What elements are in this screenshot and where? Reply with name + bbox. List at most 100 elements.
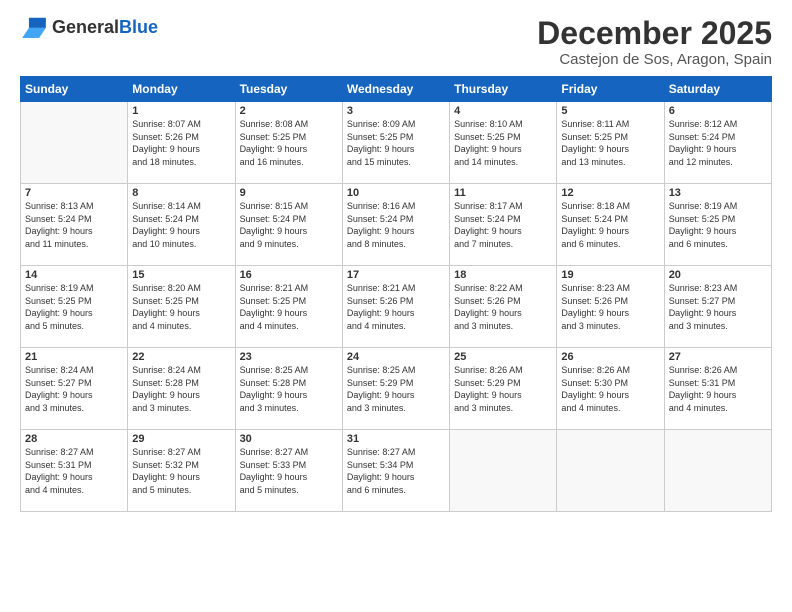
- week-row-0: 1Sunrise: 8:07 AMSunset: 5:26 PMDaylight…: [21, 102, 772, 184]
- header-day-thursday: Thursday: [450, 77, 557, 102]
- calendar-cell: 8Sunrise: 8:14 AMSunset: 5:24 PMDaylight…: [128, 184, 235, 266]
- calendar-body: 1Sunrise: 8:07 AMSunset: 5:26 PMDaylight…: [21, 102, 772, 512]
- day-number: 25: [454, 351, 552, 363]
- day-info: Sunrise: 8:14 AMSunset: 5:24 PMDaylight:…: [132, 200, 230, 250]
- day-number: 15: [132, 269, 230, 281]
- logo-icon: [20, 16, 48, 38]
- day-info: Sunrise: 8:20 AMSunset: 5:25 PMDaylight:…: [132, 282, 230, 332]
- header-day-tuesday: Tuesday: [235, 77, 342, 102]
- day-number: 30: [240, 433, 338, 445]
- calendar-cell: 29Sunrise: 8:27 AMSunset: 5:32 PMDayligh…: [128, 430, 235, 512]
- calendar-cell: 13Sunrise: 8:19 AMSunset: 5:25 PMDayligh…: [664, 184, 771, 266]
- calendar-cell: 6Sunrise: 8:12 AMSunset: 5:24 PMDaylight…: [664, 102, 771, 184]
- day-number: 6: [669, 105, 767, 117]
- day-info: Sunrise: 8:19 AMSunset: 5:25 PMDaylight:…: [25, 282, 123, 332]
- calendar-cell: [557, 430, 664, 512]
- calendar-cell: 20Sunrise: 8:23 AMSunset: 5:27 PMDayligh…: [664, 266, 771, 348]
- week-row-3: 21Sunrise: 8:24 AMSunset: 5:27 PMDayligh…: [21, 348, 772, 430]
- week-row-4: 28Sunrise: 8:27 AMSunset: 5:31 PMDayligh…: [21, 430, 772, 512]
- calendar-cell: 11Sunrise: 8:17 AMSunset: 5:24 PMDayligh…: [450, 184, 557, 266]
- header: GeneralBlue December 2025 Castejon de So…: [20, 16, 772, 68]
- day-number: 8: [132, 187, 230, 199]
- day-number: 3: [347, 105, 445, 117]
- day-info: Sunrise: 8:27 AMSunset: 5:34 PMDaylight:…: [347, 446, 445, 496]
- day-info: Sunrise: 8:07 AMSunset: 5:26 PMDaylight:…: [132, 118, 230, 168]
- logo-general: General: [52, 17, 119, 37]
- day-number: 9: [240, 187, 338, 199]
- day-info: Sunrise: 8:24 AMSunset: 5:27 PMDaylight:…: [25, 364, 123, 414]
- header-day-saturday: Saturday: [664, 77, 771, 102]
- header-day-friday: Friday: [557, 77, 664, 102]
- day-number: 19: [561, 269, 659, 281]
- day-info: Sunrise: 8:11 AMSunset: 5:25 PMDaylight:…: [561, 118, 659, 168]
- calendar-cell: 4Sunrise: 8:10 AMSunset: 5:25 PMDaylight…: [450, 102, 557, 184]
- day-number: 5: [561, 105, 659, 117]
- day-number: 4: [454, 105, 552, 117]
- day-info: Sunrise: 8:17 AMSunset: 5:24 PMDaylight:…: [454, 200, 552, 250]
- day-number: 28: [25, 433, 123, 445]
- header-day-monday: Monday: [128, 77, 235, 102]
- week-row-2: 14Sunrise: 8:19 AMSunset: 5:25 PMDayligh…: [21, 266, 772, 348]
- calendar-cell: 9Sunrise: 8:15 AMSunset: 5:24 PMDaylight…: [235, 184, 342, 266]
- day-number: 12: [561, 187, 659, 199]
- day-info: Sunrise: 8:25 AMSunset: 5:29 PMDaylight:…: [347, 364, 445, 414]
- calendar-cell: 28Sunrise: 8:27 AMSunset: 5:31 PMDayligh…: [21, 430, 128, 512]
- day-number: 18: [454, 269, 552, 281]
- day-number: 2: [240, 105, 338, 117]
- calendar-cell: 19Sunrise: 8:23 AMSunset: 5:26 PMDayligh…: [557, 266, 664, 348]
- day-number: 24: [347, 351, 445, 363]
- day-info: Sunrise: 8:27 AMSunset: 5:31 PMDaylight:…: [25, 446, 123, 496]
- calendar-cell: [21, 102, 128, 184]
- calendar-cell: 30Sunrise: 8:27 AMSunset: 5:33 PMDayligh…: [235, 430, 342, 512]
- calendar-cell: 24Sunrise: 8:25 AMSunset: 5:29 PMDayligh…: [342, 348, 449, 430]
- day-info: Sunrise: 8:19 AMSunset: 5:25 PMDaylight:…: [669, 200, 767, 250]
- day-info: Sunrise: 8:22 AMSunset: 5:26 PMDaylight:…: [454, 282, 552, 332]
- day-info: Sunrise: 8:21 AMSunset: 5:26 PMDaylight:…: [347, 282, 445, 332]
- header-day-sunday: Sunday: [21, 77, 128, 102]
- calendar-cell: 12Sunrise: 8:18 AMSunset: 5:24 PMDayligh…: [557, 184, 664, 266]
- day-number: 31: [347, 433, 445, 445]
- day-info: Sunrise: 8:10 AMSunset: 5:25 PMDaylight:…: [454, 118, 552, 168]
- day-number: 16: [240, 269, 338, 281]
- calendar-cell: 1Sunrise: 8:07 AMSunset: 5:26 PMDaylight…: [128, 102, 235, 184]
- day-info: Sunrise: 8:26 AMSunset: 5:31 PMDaylight:…: [669, 364, 767, 414]
- header-day-wednesday: Wednesday: [342, 77, 449, 102]
- calendar-cell: 15Sunrise: 8:20 AMSunset: 5:25 PMDayligh…: [128, 266, 235, 348]
- day-info: Sunrise: 8:23 AMSunset: 5:27 PMDaylight:…: [669, 282, 767, 332]
- day-info: Sunrise: 8:13 AMSunset: 5:24 PMDaylight:…: [25, 200, 123, 250]
- calendar-cell: [664, 430, 771, 512]
- logo-text: GeneralBlue: [52, 17, 158, 38]
- calendar-cell: 18Sunrise: 8:22 AMSunset: 5:26 PMDayligh…: [450, 266, 557, 348]
- day-number: 29: [132, 433, 230, 445]
- calendar-cell: 25Sunrise: 8:26 AMSunset: 5:29 PMDayligh…: [450, 348, 557, 430]
- day-info: Sunrise: 8:26 AMSunset: 5:29 PMDaylight:…: [454, 364, 552, 414]
- calendar-cell: [450, 430, 557, 512]
- day-info: Sunrise: 8:21 AMSunset: 5:25 PMDaylight:…: [240, 282, 338, 332]
- day-number: 10: [347, 187, 445, 199]
- day-info: Sunrise: 8:16 AMSunset: 5:24 PMDaylight:…: [347, 200, 445, 250]
- day-number: 23: [240, 351, 338, 363]
- day-number: 26: [561, 351, 659, 363]
- day-info: Sunrise: 8:24 AMSunset: 5:28 PMDaylight:…: [132, 364, 230, 414]
- day-number: 21: [25, 351, 123, 363]
- calendar-cell: 3Sunrise: 8:09 AMSunset: 5:25 PMDaylight…: [342, 102, 449, 184]
- calendar-cell: 27Sunrise: 8:26 AMSunset: 5:31 PMDayligh…: [664, 348, 771, 430]
- day-info: Sunrise: 8:25 AMSunset: 5:28 PMDaylight:…: [240, 364, 338, 414]
- day-number: 11: [454, 187, 552, 199]
- calendar-cell: 22Sunrise: 8:24 AMSunset: 5:28 PMDayligh…: [128, 348, 235, 430]
- day-number: 7: [25, 187, 123, 199]
- logo-blue: Blue: [119, 17, 158, 37]
- day-number: 27: [669, 351, 767, 363]
- day-number: 14: [25, 269, 123, 281]
- day-info: Sunrise: 8:08 AMSunset: 5:25 PMDaylight:…: [240, 118, 338, 168]
- day-number: 1: [132, 105, 230, 117]
- calendar-cell: 16Sunrise: 8:21 AMSunset: 5:25 PMDayligh…: [235, 266, 342, 348]
- calendar-table: SundayMondayTuesdayWednesdayThursdayFrid…: [20, 76, 772, 512]
- month-title: December 2025: [537, 16, 772, 51]
- calendar-cell: 23Sunrise: 8:25 AMSunset: 5:28 PMDayligh…: [235, 348, 342, 430]
- calendar-cell: 21Sunrise: 8:24 AMSunset: 5:27 PMDayligh…: [21, 348, 128, 430]
- day-info: Sunrise: 8:12 AMSunset: 5:24 PMDaylight:…: [669, 118, 767, 168]
- day-info: Sunrise: 8:26 AMSunset: 5:30 PMDaylight:…: [561, 364, 659, 414]
- page: GeneralBlue December 2025 Castejon de So…: [0, 0, 792, 612]
- day-info: Sunrise: 8:23 AMSunset: 5:26 PMDaylight:…: [561, 282, 659, 332]
